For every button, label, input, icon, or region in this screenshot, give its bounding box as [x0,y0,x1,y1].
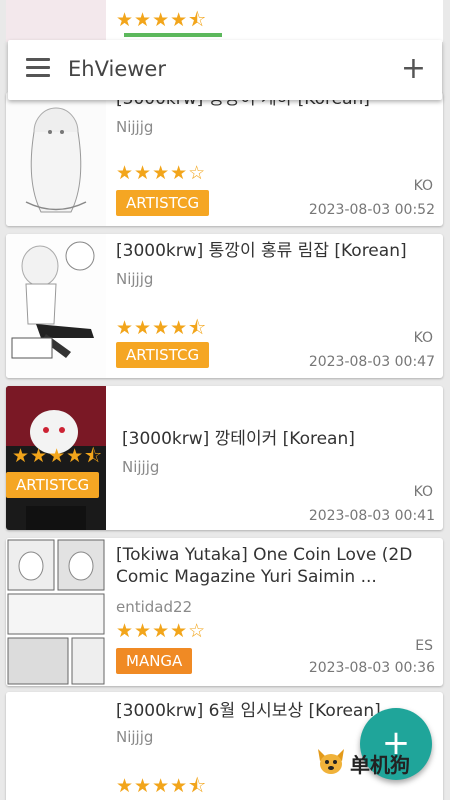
language-label: KO [413,330,433,346]
gallery-title: [3000krw] 6월 임시보상 [Korean] [116,701,381,721]
category-badge: ARTISTCG [116,190,210,216]
menu-icon[interactable] [26,58,50,82]
language-label: ES [415,638,433,654]
uploader-name: Nijjjg [122,458,160,476]
gallery-card[interactable]: ★★★★⯪ ARTISTCG [3000krw] 깡테이커 [Korean] N… [6,386,443,530]
thumbnail [6,0,106,42]
add-icon[interactable]: + [401,54,426,84]
thumbnail [6,92,106,226]
thumbnail [6,538,106,686]
progress-bar [124,33,222,37]
uploader-name: Nijjjg [116,118,154,136]
gallery-list[interactable]: ★★★★⯪ [3000krw] 동장이 게하 [Korean] Nijjjg ★… [0,0,450,800]
gallery-card[interactable]: [3000krw] 통깡이 홍류 림잡 [Korean] Nijjjg ★★★★… [6,234,443,378]
posted-date: 2023-08-03 00:36 [308,660,435,676]
uploader-name: entidad22 [116,598,193,616]
thumbnail [6,692,106,800]
gallery-title: [3000krw] 통깡이 홍류 림잡 [Korean] [116,241,407,261]
manga-page-icon [6,538,106,686]
gallery-title: [3000krw] 깡테이커 [Korean] [122,429,355,449]
dog-logo-icon [318,749,344,774]
category-badge: MANGA [116,648,193,674]
rating-stars: ★★★★☆ [116,162,207,184]
posted-date: 2023-08-03 00:47 [308,354,435,370]
watermark: 单机狗 [314,745,444,779]
language-label: KO [413,178,433,194]
uploader-name: Nijjjg [116,728,154,746]
rating-stars: ★★★★⯪ [116,775,208,797]
uploader-name: Nijjjg [116,270,154,288]
app-title: EhViewer [68,57,166,81]
category-badge: ARTISTCG [6,472,100,498]
watermark-text: 单机狗 [350,753,410,777]
gallery-card[interactable]: [3000krw] 동장이 게하 [Korean] Nijjjg ★★★★☆ A… [6,92,443,226]
blank-thumb-icon [6,692,106,800]
language-label: KO [413,484,433,500]
search-toolbar: EhViewer + [8,40,442,100]
category-badge: ARTISTCG [116,342,210,368]
rating-stars: ★★★★⯪ [12,445,104,467]
gallery-card-partial[interactable]: ★★★★⯪ [6,0,443,42]
illustration-girl-sketch-icon [6,92,106,226]
gallery-card[interactable]: [Tokiwa Yutaka] One Coin Love (2D Comic … [6,538,443,686]
rating-stars: ★★★★☆ [116,620,207,642]
thumbnail [6,234,106,378]
gallery-title: [Tokiwa Yutaka] One Coin Love (2D Comic … [116,545,413,587]
posted-date: 2023-08-03 00:52 [308,202,435,218]
posted-date: 2023-08-03 00:41 [308,508,435,524]
illustration-girl-sitting-icon [6,234,106,378]
